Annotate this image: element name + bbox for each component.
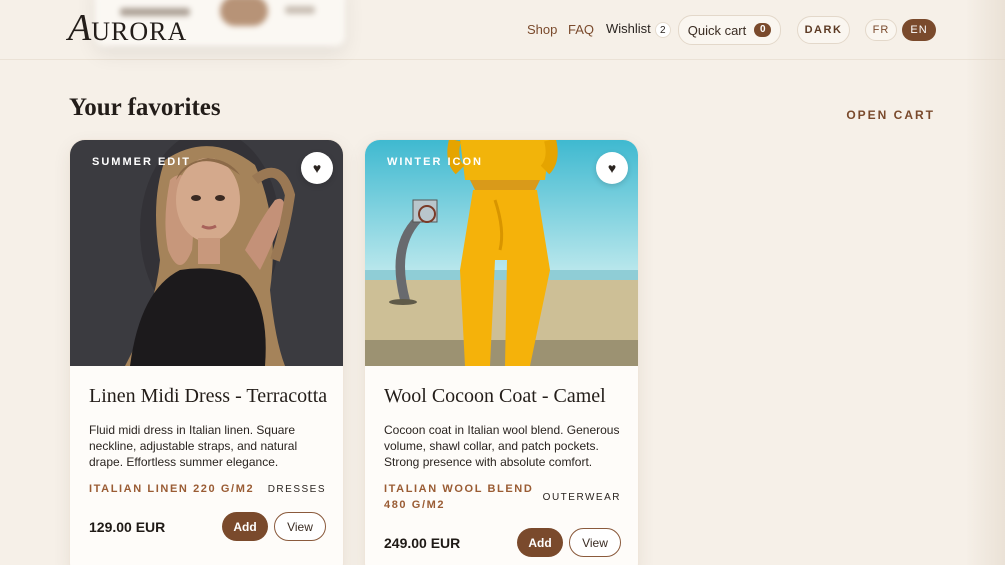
- add-to-cart-button[interactable]: Add: [517, 528, 563, 557]
- product-tag: SUMMER EDIT: [92, 156, 191, 168]
- theme-toggle-button[interactable]: DARK: [797, 16, 850, 44]
- product-info: Linen Midi Dress - Terracotta Fluid midi…: [70, 366, 343, 541]
- lang-en-button[interactable]: EN: [902, 19, 936, 41]
- favorite-heart-button[interactable]: ♥: [301, 152, 333, 184]
- product-image[interactable]: SUMMER EDIT ♥: [70, 140, 343, 366]
- quick-cart-button[interactable]: Quick cart 0: [678, 15, 781, 45]
- product-description: Cocoon coat in Italian wool blend. Gener…: [384, 423, 620, 469]
- lang-fr-button[interactable]: FR: [865, 19, 897, 41]
- nav-wishlist-link[interactable]: Wishlist 2: [606, 21, 671, 38]
- heart-icon: ♥: [607, 160, 617, 176]
- product-image[interactable]: WINTER ICON ♥: [365, 140, 638, 366]
- page-edge-shadow: [965, 0, 1005, 565]
- heart-icon: ♥: [312, 160, 322, 176]
- product-card[interactable]: SUMMER EDIT ♥ Linen Midi Dress - Terraco…: [69, 139, 344, 565]
- product-title[interactable]: Wool Cocoon Coat - Camel: [384, 385, 621, 408]
- product-material: ITALIAN WOOL BLEND 480 G/M2: [384, 483, 534, 511]
- quick-cart-count-badge: 0: [754, 23, 772, 37]
- product-category: OUTERWEAR: [542, 491, 621, 503]
- product-price: 129.00 EUR: [89, 518, 166, 535]
- nav-shop-link[interactable]: Shop: [527, 22, 557, 37]
- open-cart-link[interactable]: OPEN CART: [846, 108, 935, 122]
- favorite-heart-button[interactable]: ♥: [596, 152, 628, 184]
- nav-faq-link[interactable]: FAQ: [568, 22, 594, 37]
- product-material: ITALIAN LINEN 220 G/M2: [89, 483, 255, 495]
- add-to-cart-button[interactable]: Add: [222, 512, 268, 541]
- view-product-button[interactable]: View: [569, 528, 621, 557]
- wishlist-count-badge: 2: [654, 21, 671, 38]
- product-info: Wool Cocoon Coat - Camel Cocoon coat in …: [365, 366, 638, 557]
- product-price: 249.00 EUR: [384, 534, 461, 551]
- view-product-button[interactable]: View: [274, 512, 326, 541]
- product-title[interactable]: Linen Midi Dress - Terracotta: [89, 385, 327, 408]
- section-title: Your favorites: [69, 94, 221, 121]
- site-header: AURORA Shop FAQ Wishlist 2 Quick cart 0 DA…: [0, 0, 1005, 60]
- quick-cart-label: Quick cart: [687, 22, 747, 38]
- brand-initial: A: [68, 7, 92, 49]
- brand-name: URORA: [91, 17, 188, 46]
- product-description: Fluid midi dress in Italian linen. Squar…: [89, 423, 298, 469]
- product-tag: WINTER ICON: [387, 156, 483, 168]
- brand-logo[interactable]: AURORA: [68, 6, 187, 50]
- product-card[interactable]: WINTER ICON ♥ Wool Cocoon Coat - Camel C…: [364, 139, 639, 565]
- wishlist-label: Wishlist: [606, 21, 651, 36]
- product-category: DRESSES: [267, 483, 326, 495]
